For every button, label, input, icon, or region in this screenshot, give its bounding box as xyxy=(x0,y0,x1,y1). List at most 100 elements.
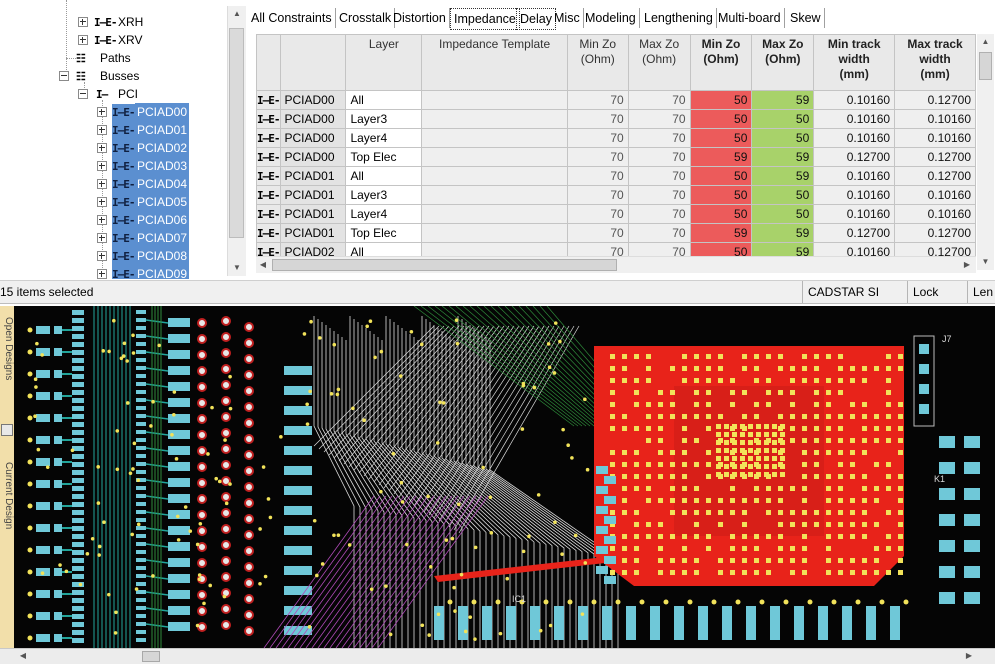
tree-item-pciad05[interactable]: I—E- PCIAD05 xyxy=(0,193,226,212)
template-cell[interactable] xyxy=(421,185,568,205)
expand-icon[interactable] xyxy=(97,107,107,117)
min-zo-actual-cell[interactable]: 59 xyxy=(689,147,753,167)
tab-multi-board[interactable]: Multi-board xyxy=(715,8,785,28)
min-zo-actual-cell[interactable]: 50 xyxy=(689,128,753,148)
tab-skew[interactable]: Skew xyxy=(787,8,825,28)
net-cell[interactable]: PCIAD00 xyxy=(279,109,347,129)
template-column-header[interactable]: Impedance Template xyxy=(421,34,568,91)
tab-crosstalk[interactable]: Crosstalk xyxy=(336,8,396,28)
table-row[interactable]: I—E- PCIAD01 Layer4 70 70 50 50 0.10160 0.10160 xyxy=(256,204,976,224)
tree-item-pciad09[interactable]: I—E- PCIAD09 xyxy=(0,265,226,279)
net-cell[interactable]: PCIAD00 xyxy=(279,147,347,167)
table-row[interactable]: I—E- PCIAD00 Top Elec 70 70 59 59 0.12700 0.1270… xyxy=(256,147,976,167)
expand-icon[interactable] xyxy=(97,233,107,243)
tab-modeling[interactable]: Modeling xyxy=(582,8,640,28)
scroll-up-arrow-icon[interactable]: ▲ xyxy=(977,34,994,50)
min-zo-actual-cell[interactable]: 50 xyxy=(689,185,753,205)
tree-item-xrv[interactable]: I—E- XRV xyxy=(0,31,226,49)
expand-icon[interactable] xyxy=(97,251,107,261)
min-zo-actual-column-header[interactable]: Min Zo (Ohm) xyxy=(689,34,753,91)
scroll-up-arrow-icon[interactable]: ▲ xyxy=(228,6,246,22)
row-header-icon[interactable]: I—E- xyxy=(256,128,281,148)
net-cell[interactable]: PCIAD01 xyxy=(279,185,347,205)
expand-icon[interactable] xyxy=(78,17,88,27)
max-zo-cell[interactable]: 70 xyxy=(627,242,691,256)
net-cell[interactable]: PCIAD01 xyxy=(279,223,347,243)
net-cell[interactable]: PCIAD01 xyxy=(279,204,347,224)
min-zo-actual-cell[interactable]: 50 xyxy=(689,90,753,110)
table-row[interactable]: I—E- PCIAD00 Layer4 70 70 50 50 0.10160 0.10160 xyxy=(256,128,976,148)
net-column-header[interactable] xyxy=(279,34,347,91)
expand-icon[interactable] xyxy=(97,179,107,189)
design-icon[interactable] xyxy=(1,424,13,436)
tab-distortion[interactable]: Distortion xyxy=(390,8,450,28)
row-header-icon[interactable]: I—E- xyxy=(256,166,281,186)
tree-item-pciad00[interactable]: I—E- PCIAD00 xyxy=(0,103,226,122)
tree-item-pciad04[interactable]: I—E- PCIAD04 xyxy=(0,175,226,194)
expand-icon[interactable] xyxy=(97,269,107,279)
table-row[interactable]: I—E- PCIAD00 Layer3 70 70 50 50 0.10160 0.10160 xyxy=(256,109,976,129)
template-cell[interactable] xyxy=(421,90,568,110)
tree-item-pci[interactable]: I— PCI xyxy=(0,85,226,103)
min-zo-actual-cell[interactable]: 50 xyxy=(689,242,753,256)
min-track-width-cell[interactable]: 0.10160 xyxy=(813,185,896,205)
layer-column-header[interactable]: Layer xyxy=(345,34,423,91)
max-zo-actual-cell[interactable]: 59 xyxy=(751,242,815,256)
max-track-width-cell[interactable]: 0.10160 xyxy=(894,128,976,148)
min-track-width-cell[interactable]: 0.10160 xyxy=(813,128,896,148)
table-row[interactable]: I—E- PCIAD01 Layer3 70 70 50 50 0.10160 0.10160 xyxy=(256,185,976,205)
pcb-canvas[interactable]: J7 K1 IC1 xyxy=(14,306,995,648)
max-track-width-cell[interactable]: 0.12700 xyxy=(894,166,976,186)
expand-icon[interactable] xyxy=(97,125,107,135)
tree-item-pciad07[interactable]: I—E- PCIAD07 xyxy=(0,229,226,248)
max-track-width-cell[interactable]: 0.12700 xyxy=(894,223,976,243)
tab-impedance[interactable]: Impedance xyxy=(450,8,520,30)
min-zo-cell[interactable]: 70 xyxy=(566,223,629,243)
pcb-horizontal-thumb[interactable] xyxy=(142,651,160,662)
tab-lengthening[interactable]: Lengthening xyxy=(641,8,717,28)
tree-item-pciad06[interactable]: I—E- PCIAD06 xyxy=(0,211,226,230)
layer-cell[interactable]: Layer3 xyxy=(345,185,423,205)
net-cell[interactable]: PCIAD00 xyxy=(279,128,347,148)
min-track-width-cell[interactable]: 0.12700 xyxy=(813,223,896,243)
max-zo-actual-cell[interactable]: 50 xyxy=(751,109,815,129)
row-header-icon[interactable]: I—E- xyxy=(256,223,281,243)
row-header-icon[interactable]: I—E- xyxy=(256,204,281,224)
grid-horizontal-scrollbar[interactable]: ◀ ▶ xyxy=(256,256,976,273)
expand-icon[interactable] xyxy=(97,215,107,225)
min-track-width-cell[interactable]: 0.10160 xyxy=(813,90,896,110)
max-zo-actual-cell[interactable]: 50 xyxy=(751,185,815,205)
table-row[interactable]: I—E- PCIAD01 All 70 70 50 59 0.10160 0.12700 xyxy=(256,166,976,186)
max-zo-cell[interactable]: 70 xyxy=(627,109,691,129)
template-cell[interactable] xyxy=(421,109,568,129)
max-zo-column-header[interactable]: Max Zo (Ohm) xyxy=(627,34,691,91)
row-header-icon[interactable]: I—E- xyxy=(256,109,281,129)
min-zo-column-header[interactable]: Min Zo (Ohm) xyxy=(566,34,629,91)
grid-horizontal-thumb[interactable] xyxy=(272,259,617,271)
row-header-icon[interactable]: I—E- xyxy=(256,242,281,256)
layer-cell[interactable]: Top Elec xyxy=(345,147,423,167)
max-zo-actual-cell[interactable]: 59 xyxy=(751,223,815,243)
tree-item-pciad02[interactable]: I—E- PCIAD02 xyxy=(0,139,226,158)
table-row[interactable]: I—E- PCIAD00 All 70 70 50 59 0.10160 0.12700 xyxy=(256,90,976,110)
tree-scroll-thumb[interactable] xyxy=(229,28,244,238)
tab-misc[interactable]: Misc xyxy=(551,8,584,28)
min-zo-actual-cell[interactable]: 50 xyxy=(689,109,753,129)
max-zo-actual-cell[interactable]: 59 xyxy=(751,166,815,186)
tree-item-busses[interactable]: ☷ Busses xyxy=(0,67,226,85)
max-track-width-cell[interactable]: 0.10160 xyxy=(894,204,976,224)
collapse-icon[interactable] xyxy=(78,89,88,99)
layer-cell[interactable]: Layer3 xyxy=(345,109,423,129)
tree-item-paths[interactable]: ☷ Paths xyxy=(0,49,226,67)
max-zo-cell[interactable]: 70 xyxy=(627,147,691,167)
min-zo-cell[interactable]: 70 xyxy=(566,109,629,129)
min-track-width-cell[interactable]: 0.10160 xyxy=(813,166,896,186)
expand-icon[interactable] xyxy=(97,197,107,207)
collapse-icon[interactable] xyxy=(59,71,69,81)
min-zo-cell[interactable]: 70 xyxy=(566,166,629,186)
template-cell[interactable] xyxy=(421,223,568,243)
min-zo-cell[interactable]: 70 xyxy=(566,128,629,148)
tree-item-pciad03[interactable]: I—E- PCIAD03 xyxy=(0,157,226,176)
layer-cell[interactable]: All xyxy=(345,166,423,186)
max-track-width-cell[interactable]: 0.12700 xyxy=(894,242,976,256)
